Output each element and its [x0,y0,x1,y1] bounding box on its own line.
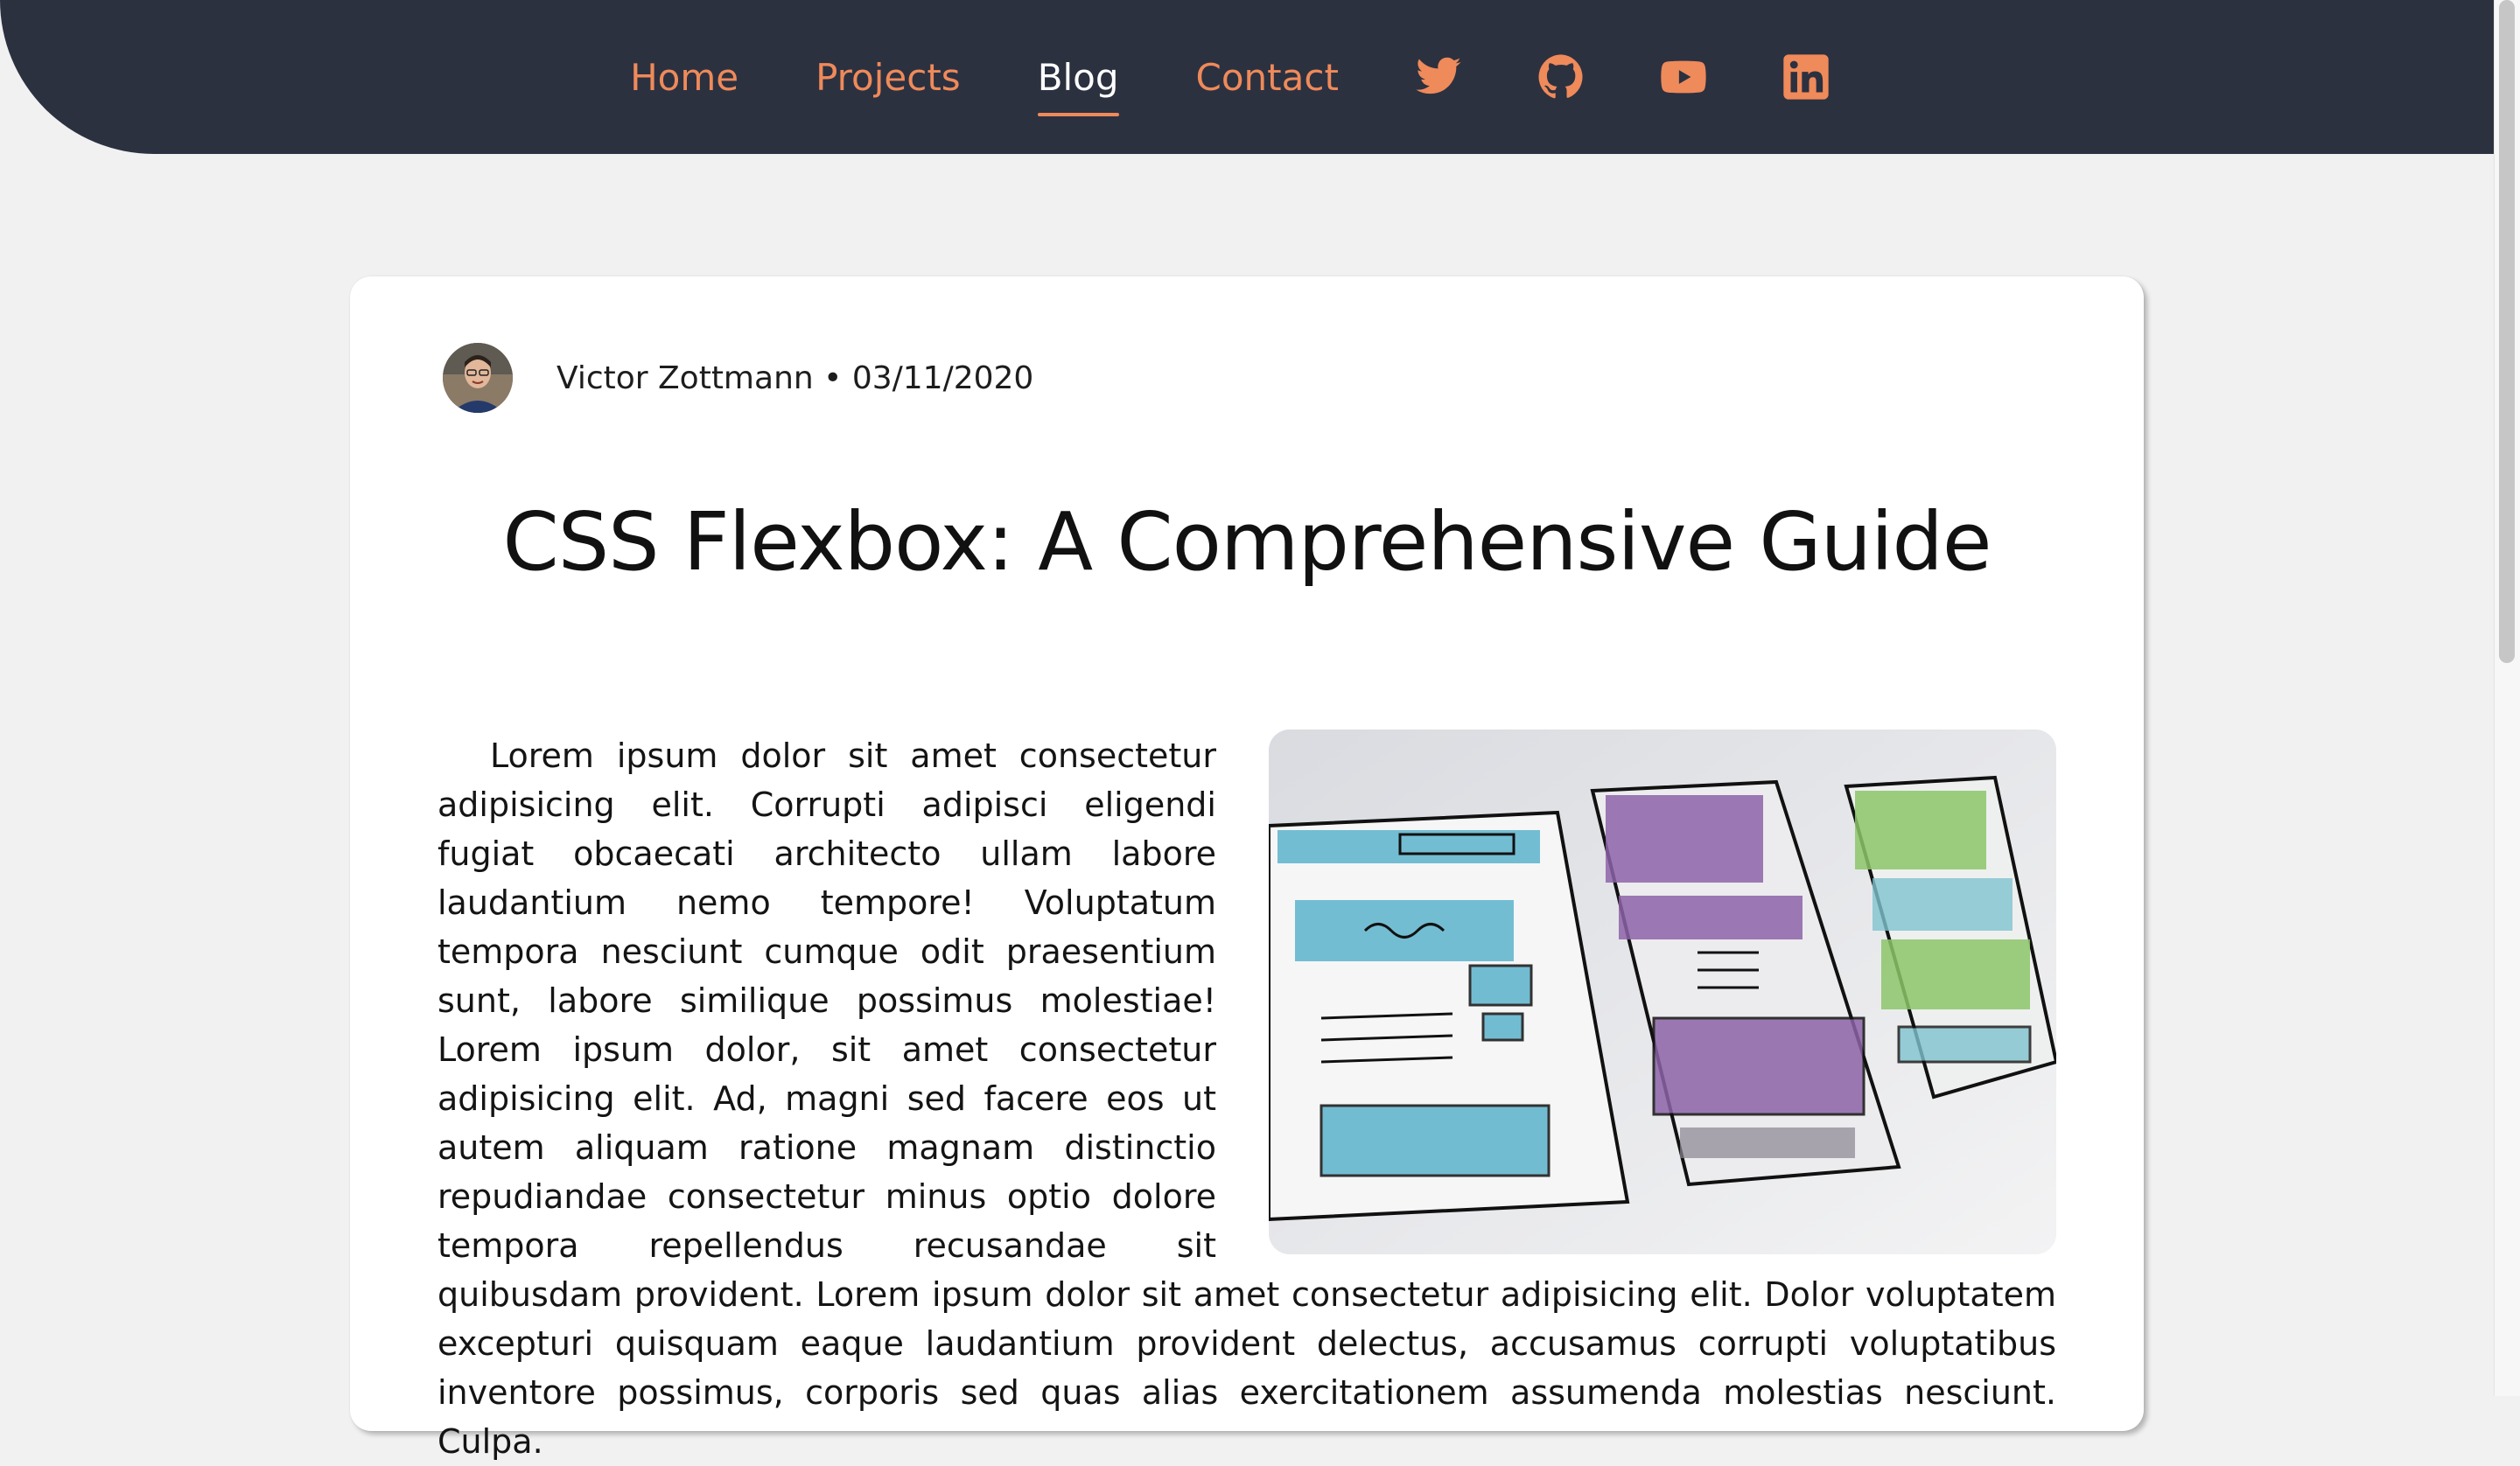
author-avatar [443,343,513,413]
nav-link-blog[interactable]: Blog [1037,49,1119,116]
nav-link-contact[interactable]: Contact [1196,49,1339,106]
twitter-icon[interactable] [1414,52,1463,101]
post-author-date: Victor Zottmann • 03/11/2020 [556,360,1034,396]
youtube-icon[interactable] [1659,52,1708,101]
top-navbar: Home Projects Blog Contact [0,0,2494,154]
nav-link-home[interactable]: Home [630,49,738,106]
wireframe-sketch-image [1269,730,2056,1254]
post-title: CSS Flexbox: A Comprehensive Guide [502,495,1992,589]
nav-menu: Home Projects Blog Contact [592,49,1867,116]
page-scrollbar[interactable] [2494,0,2520,1396]
github-icon[interactable] [1536,52,1586,101]
post-meta: Victor Zottmann • 03/11/2020 [443,343,1033,413]
linkedin-icon[interactable] [1782,52,1830,101]
nav-link-projects[interactable]: Projects [816,49,961,106]
blog-post-card: Victor Zottmann • 03/11/2020 CSS Flexbox… [350,276,2144,1461]
post-content: Lorem ipsum dolor sit amet consectetur a… [438,714,2056,1466]
scrollbar-thumb[interactable] [2499,0,2515,663]
